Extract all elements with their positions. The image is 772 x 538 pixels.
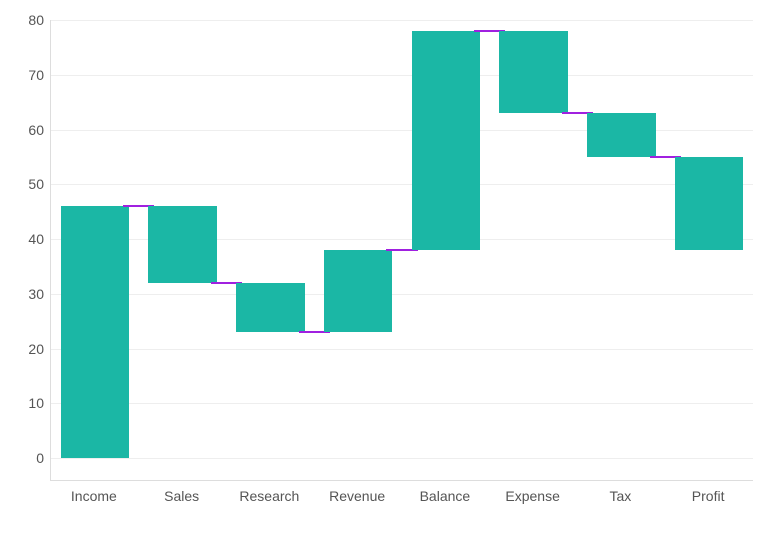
- bar-tax: [587, 113, 655, 157]
- bar-research: [236, 283, 304, 332]
- y-tick-label: 20: [0, 341, 44, 357]
- x-tick-label: Tax: [577, 488, 665, 504]
- bar-income: [61, 206, 129, 458]
- gridline: [51, 349, 753, 350]
- y-tick-label: 10: [0, 395, 44, 411]
- gridline: [51, 184, 753, 185]
- gridline: [51, 20, 753, 21]
- x-tick-label: Balance: [401, 488, 489, 504]
- y-tick-label: 30: [0, 286, 44, 302]
- x-tick-label: Income: [50, 488, 138, 504]
- bar-profit: [675, 157, 743, 250]
- gridline: [51, 294, 753, 295]
- x-tick-label: Sales: [138, 488, 226, 504]
- bar-sales: [148, 206, 216, 283]
- y-tick-label: 50: [0, 176, 44, 192]
- y-tick-label: 40: [0, 231, 44, 247]
- x-tick-label: Research: [226, 488, 314, 504]
- x-tick-label: Revenue: [313, 488, 401, 504]
- gridline: [51, 403, 753, 404]
- x-tick-label: Profit: [664, 488, 752, 504]
- gridline: [51, 75, 753, 76]
- plot-area: [50, 20, 753, 481]
- waterfall-chart: 0 10 20 30 40 50 60 70 80 IncomeSalesResearchRev…: [0, 0, 772, 538]
- bar-revenue: [324, 250, 392, 332]
- x-tick-label: Expense: [489, 488, 577, 504]
- y-tick-label: 80: [0, 12, 44, 28]
- bar-balance: [412, 31, 480, 250]
- gridline: [51, 458, 753, 459]
- y-tick-label: 70: [0, 67, 44, 83]
- y-tick-label: 0: [0, 450, 44, 466]
- y-tick-label: 60: [0, 122, 44, 138]
- bar-expense: [499, 31, 567, 113]
